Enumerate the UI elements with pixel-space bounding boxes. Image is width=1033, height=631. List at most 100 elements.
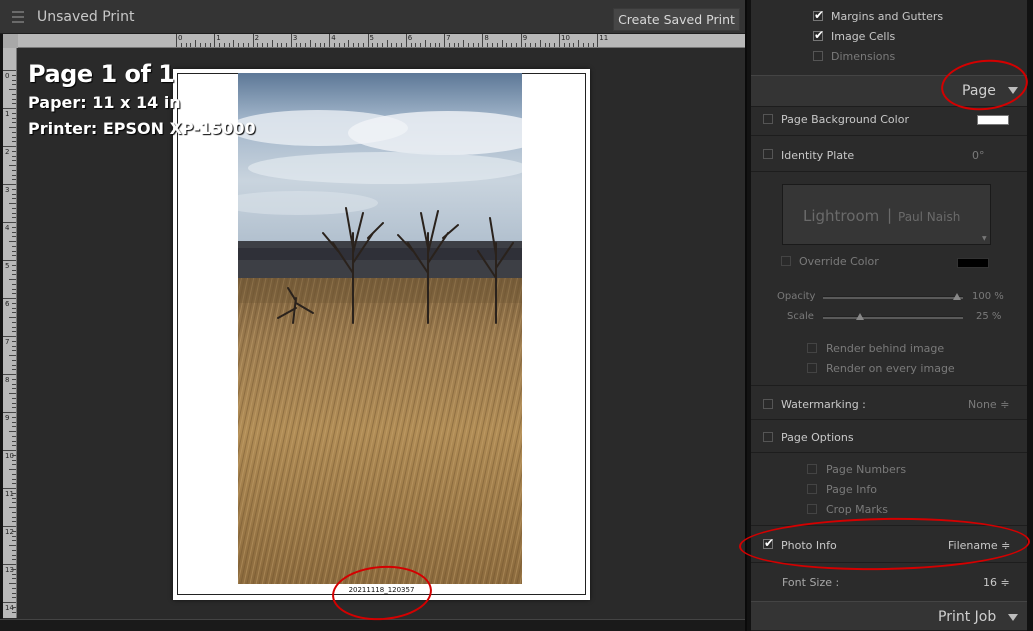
page-info-checkbox[interactable] (807, 484, 817, 494)
ruler-left-label: 0 (5, 72, 10, 80)
ruler-left-minor-tick (12, 288, 16, 290)
page-options-checkbox[interactable] (763, 432, 773, 442)
render-every-checkbox[interactable] (807, 363, 817, 373)
scale-value[interactable]: 25 % (976, 311, 1001, 322)
collapse-triangle-icon[interactable] (1008, 87, 1018, 94)
menu-grip-icon[interactable] (10, 11, 26, 25)
ruler-left-minor-tick (12, 511, 16, 513)
ruler-left-minor-tick (12, 440, 16, 442)
override-color-swatch[interactable] (957, 258, 989, 268)
ruler-left-label: 9 (5, 414, 10, 422)
ruler-left-minor-tick (12, 445, 16, 447)
ruler-top-minor-tick (199, 43, 201, 47)
ruler-top-minor-tick (530, 43, 532, 47)
photo-info-select[interactable]: Filename ≑ (948, 539, 1010, 552)
ruler-left-minor-tick (12, 521, 16, 523)
landscape-photo (238, 73, 522, 584)
ruler-left-minor-tick (12, 497, 16, 499)
override-color-checkbox[interactable] (781, 256, 791, 266)
ruler-top-minor-tick (223, 43, 225, 47)
ruler-top-minor-tick (434, 43, 436, 47)
page-bg-color-swatch[interactable] (977, 115, 1009, 125)
watermarking-select[interactable]: None ≑ (968, 398, 1009, 411)
ruler-top-minor-tick (343, 43, 345, 47)
ruler-top-minor-tick (415, 43, 417, 47)
ruler-top-minor-tick (563, 43, 565, 47)
ruler-top-minor-tick (348, 40, 350, 47)
watermarking-checkbox[interactable] (763, 399, 773, 409)
print-job-panel-header[interactable]: Print Job (751, 601, 1027, 631)
ruler-left-minor-tick (12, 502, 16, 504)
dimensions-checkbox[interactable] (813, 51, 823, 61)
ruler-top-minor-tick (372, 43, 374, 47)
ruler-left-minor-tick (12, 369, 16, 371)
opacity-slider-thumb[interactable] (953, 293, 961, 300)
font-size-label: Font Size : (782, 576, 840, 589)
opacity-slider[interactable] (823, 296, 963, 299)
ruler-top-minor-tick (300, 43, 302, 47)
ruler-top-tick (520, 34, 522, 47)
ruler-top-minor-tick (266, 43, 268, 47)
identity-plate-text-main: Lightroom (803, 207, 880, 225)
ruler-left-minor-tick (12, 312, 16, 314)
ruler-top-minor-tick (271, 40, 273, 47)
ruler-left-minor-tick (12, 155, 16, 157)
ruler-left-minor-tick (12, 568, 16, 570)
scale-slider[interactable] (823, 316, 963, 319)
identity-plate-angle[interactable]: 0° (972, 149, 985, 162)
photo-info-label: Photo Info (781, 539, 837, 552)
ruler-left-minor-tick (12, 122, 16, 124)
ruler-top-minor-tick (247, 43, 249, 47)
render-every-label: Render on every image (826, 362, 955, 375)
dropdown-arrow-icon[interactable]: ▼ (982, 235, 987, 242)
identity-plate-preview[interactable]: Lightroom | Paul Naish ▼ (782, 184, 991, 245)
ruler-top-minor-tick (219, 43, 221, 47)
identity-plate-separator: | (887, 206, 893, 224)
ruler-top-label: 10 (561, 34, 570, 42)
page-numbers-checkbox[interactable] (807, 464, 817, 474)
ruler-left-minor-tick (12, 435, 16, 437)
ruler-top-minor-tick (587, 43, 589, 47)
photo-info-checkbox[interactable] (763, 536, 774, 550)
ruler-left-minor-tick (12, 383, 16, 385)
ruler-top-minor-tick (190, 43, 192, 47)
ruler-top-minor-tick (472, 43, 474, 47)
collapse-triangle-icon[interactable] (1008, 614, 1018, 621)
render-behind-checkbox[interactable] (807, 343, 817, 353)
ruler-top-tick (290, 34, 292, 47)
ruler-left-minor-tick (12, 530, 16, 532)
ruler-left-minor-tick (12, 421, 16, 423)
photo-cell[interactable] (238, 73, 522, 584)
page-bg-color-checkbox[interactable] (763, 114, 773, 124)
crop-marks-checkbox[interactable] (807, 504, 817, 514)
ruler-left-tick (3, 412, 16, 413)
image-cells-checkbox[interactable] (813, 28, 824, 42)
ruler-left-minor-tick (12, 160, 16, 162)
watermarking-label: Watermarking : (781, 398, 866, 411)
ruler-left-minor-tick (12, 269, 16, 271)
opacity-value[interactable]: 100 % (972, 291, 1004, 302)
ruler-left-minor-tick (12, 549, 16, 551)
page-panel-body: Page Background Color Identity Plate 0° … (751, 107, 1027, 601)
ruler-left-minor-tick (12, 516, 16, 518)
ruler-top-minor-tick (568, 43, 570, 47)
create-saved-print-button[interactable]: Create Saved Print (613, 8, 740, 31)
font-size-select[interactable]: 16 ≑ (983, 576, 1010, 589)
ruler-left-minor-tick (12, 93, 16, 95)
ruler-vertical: 0 1 2 3 4 5 6 7 8 9 10 11 12 13 14 (3, 48, 17, 618)
ruler-top-tick (252, 34, 254, 47)
ruler-horizontal: 0 1 2 3 4 5 6 7 8 9 10 11 (18, 34, 745, 48)
ruler-left-minor-tick (9, 583, 16, 584)
ruler-left-minor-tick (12, 131, 16, 133)
page-panel-header[interactable]: Page (751, 75, 1027, 107)
ruler-left-minor-tick (12, 554, 16, 556)
ruler-top-minor-tick (377, 43, 379, 47)
ruler-left-minor-tick (12, 136, 16, 138)
scale-slider-thumb[interactable] (856, 313, 864, 320)
margins-gutters-checkbox[interactable] (813, 8, 824, 22)
print-preview-area: Unsaved Print Create Saved Print 0 1 2 3 4 5 6… (0, 0, 745, 631)
ruler-left-tick (3, 298, 16, 299)
print-page: 20211118_120357 (173, 69, 590, 600)
identity-plate-checkbox[interactable] (763, 149, 773, 159)
ruler-left-label: 2 (5, 148, 10, 156)
